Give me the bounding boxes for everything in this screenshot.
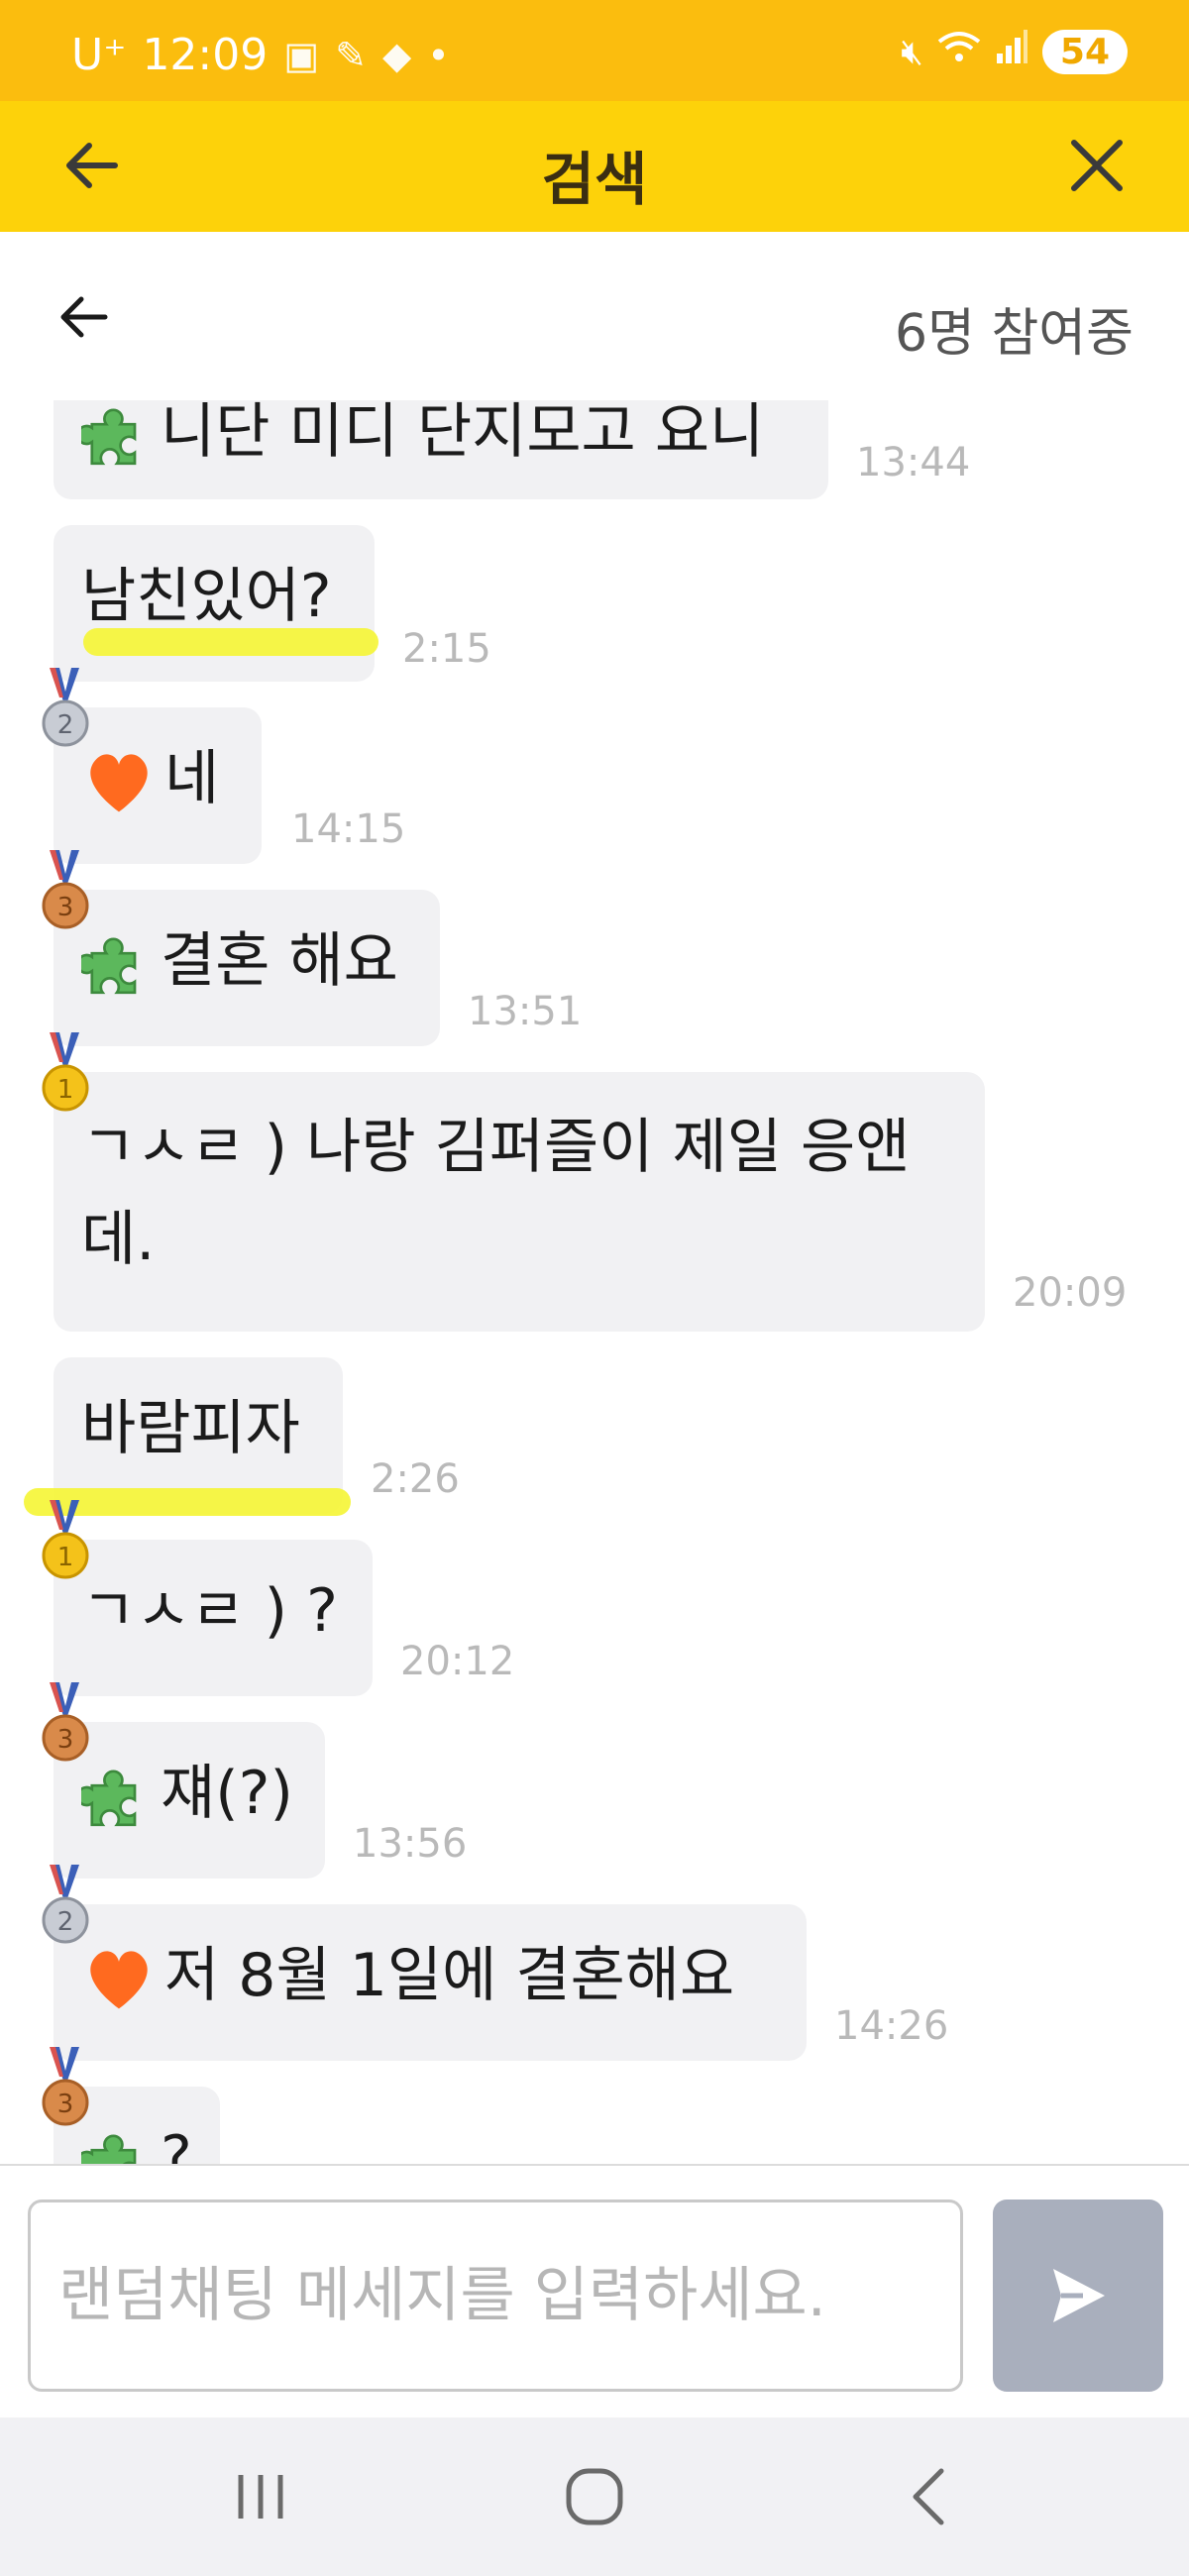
status-bar: U⁺ 12:09 ▣ ✎ ◆ • 🔇︎ 54 [0,0,1189,101]
message-time: 20:09 [1013,1270,1128,1316]
arrow-left-icon[interactable] [55,287,115,347]
home-icon[interactable] [550,2457,639,2536]
chat-message: ㄱㅅㄹ ) 나랑 김퍼즐이 제일 응앤 데. 20:09 [54,1072,1127,1332]
message-time: 13:51 [468,989,583,1034]
gold-medal-icon [40,1032,91,1116]
clock: 12:09 [142,30,269,80]
message-time: 14:15 [291,806,406,852]
status-left: U⁺ 12:09 ▣ ✎ ◆ • [71,30,450,80]
status-right: 🔇︎ 54 [901,30,1128,74]
silver-medal-icon [40,668,91,751]
heart-icon [81,744,157,819]
message-text-line2: 데. [81,1205,156,1274]
message-text: ㄱㅅㄹ ) 나랑 김퍼즐이 제일 응앤 [81,1113,911,1182]
message-text: 바람피자 [81,1394,300,1463]
message-bubble: 니단 미디 단지모고 요니 [54,400,828,499]
recents-icon[interactable] [216,2457,305,2536]
send-icon [1053,2269,1105,2322]
signal-icon [995,30,1028,74]
chat-message: 니단 미디 단지모고 요니 13:44 [54,400,970,499]
message-composer [0,2164,1189,2417]
message-time: 13:44 [856,440,971,485]
message-bubble: 남친있어? [54,525,375,682]
notification-icon: ✎ [335,33,367,77]
wifi-icon [937,30,981,74]
eraser-icon: ◆ [382,33,412,77]
send-button[interactable] [993,2200,1163,2392]
chat-header: 6명 참여중 [0,232,1189,400]
app-bar: 검색 [0,101,1189,232]
gold-medal-icon [40,1500,91,1583]
screenshot-icon: ▣ [283,33,320,77]
message-time: 2:26 [371,1456,460,1502]
carrier-label: U⁺ [71,30,127,80]
system-nav-bar [0,2417,1189,2576]
battery-indicator: 54 [1041,30,1128,74]
message-time: 2:15 [402,626,491,672]
mute-icon: 🔇︎ [901,31,923,72]
message-time: 14:26 [834,2003,949,2049]
message-time: 13:56 [353,1821,468,1867]
message-bubble: ㄱㅅㄹ ) 나랑 김퍼즐이 제일 응앤 데. [54,1072,985,1332]
page-title: 검색 [541,146,648,213]
heart-icon [81,1941,157,2016]
back-icon[interactable] [884,2457,973,2536]
bronze-medal-icon [40,2047,91,2130]
close-icon[interactable] [1062,131,1132,200]
message-text: 남친있어? [81,562,332,631]
puzzle-icon [81,1761,153,1832]
chat-message: 결혼 해요 13:51 [54,890,582,1046]
message-text: 쟤(?) [161,1759,293,1828]
message-bubble: 결혼 해요 [54,890,440,1046]
puzzle-icon [81,2125,153,2164]
chat-message: ㄱㅅㄹ ) ? 20:12 [54,1540,514,1696]
bronze-medal-icon [40,850,91,933]
highlight-mark [83,628,378,656]
message-bubble: 저 8월 1일에 결혼해요 [54,1904,807,2061]
chat-message: 저 8월 1일에 결혼해요 14:26 [54,1904,948,2061]
chat-message: ? [54,2087,220,2164]
dot-icon: • [427,33,450,77]
message-text: ㄱㅅㄹ ) ? [81,1576,338,1646]
chat-message: 바람피자 2:26 [24,1357,460,1516]
message-text: 저 8월 1일에 결혼해요 [164,1941,735,2010]
message-text: 결혼 해요 [161,926,398,996]
puzzle-icon [81,400,153,471]
message-text: 니단 미디 단지모고 요니 [161,400,765,467]
participant-count: 6명 참여중 [895,304,1134,364]
message-text: ? [161,2123,192,2164]
chat-message: 네 14:15 [54,707,405,864]
message-bubble: 쟤(?) [54,1722,325,1878]
chat-message: 남친있어? 2:15 [54,525,491,682]
chat-messages[interactable]: 니단 미디 단지모고 요니 13:44 남친있어? 2:15 네 14:15 결… [0,400,1189,2164]
bronze-medal-icon [40,1682,91,1766]
message-bubble: ㄱㅅㄹ ) ? [54,1540,373,1696]
message-time: 20:12 [400,1639,515,1684]
message-input[interactable] [28,2200,963,2392]
puzzle-icon [81,928,153,1000]
chat-message: 쟤(?) 13:56 [54,1722,467,1878]
silver-medal-icon [40,1865,91,1948]
message-text: 네 [164,744,220,813]
